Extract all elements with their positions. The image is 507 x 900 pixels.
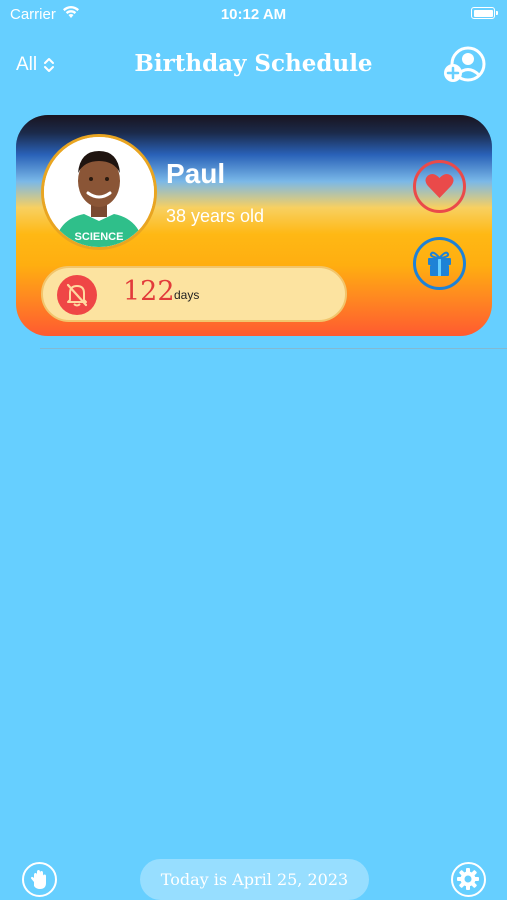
gift-icon <box>428 251 451 276</box>
avatar: SCIENCE <box>41 134 157 250</box>
birthday-card[interactable]: SCIENCE Paul 38 years old 122 days <box>16 115 492 336</box>
shirt-text: SCIENCE <box>75 231 124 243</box>
clock: 10:12 AM <box>220 6 287 23</box>
person-age: 38 years old <box>166 206 265 226</box>
settings-button[interactable] <box>451 862 486 897</box>
gear-icon <box>457 868 479 890</box>
mute-reminder-button[interactable] <box>57 275 97 315</box>
bell-slash-icon <box>66 283 88 307</box>
today-date-label: Today is April 25, 2023 <box>140 859 369 900</box>
person-photo: SCIENCE <box>44 137 154 247</box>
person-name: Paul <box>166 158 226 189</box>
battery-icon <box>471 7 498 19</box>
favorite-button[interactable] <box>413 160 466 213</box>
list-divider <box>40 348 507 349</box>
person-add-icon[interactable] <box>443 46 487 84</box>
status-bar: Carrier 10:12 AM <box>0 0 507 30</box>
days-count: 122 <box>123 276 175 307</box>
days-label: days <box>174 288 200 302</box>
page-title: Birthday Schedule <box>134 50 373 77</box>
hand-icon <box>31 870 46 889</box>
hand-button[interactable] <box>22 862 57 897</box>
gift-button[interactable] <box>413 237 466 290</box>
countdown-pill: 122 days <box>41 266 347 322</box>
heart-icon <box>425 173 454 198</box>
